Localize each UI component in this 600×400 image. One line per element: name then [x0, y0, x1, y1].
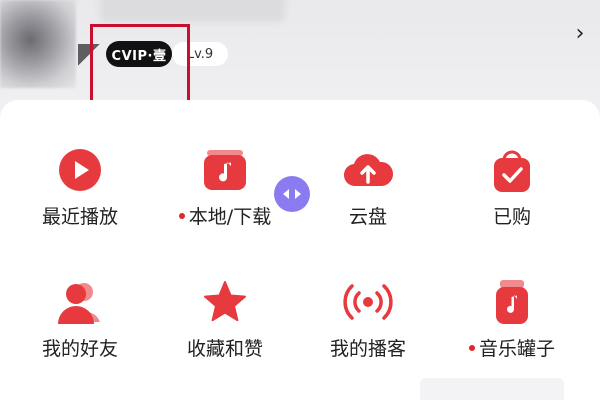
podcast-icon: [340, 276, 396, 328]
level-badge-label: Lv.9: [186, 46, 214, 62]
cloud-upload-icon: [340, 144, 396, 196]
tile-label: 收藏和赞: [186, 338, 263, 360]
avatar[interactable]: [0, 0, 76, 88]
expand-arrows-icon[interactable]: [274, 176, 310, 212]
tile-favorites[interactable]: 收藏和赞: [150, 242, 300, 362]
tile-label: 云盘: [348, 206, 387, 228]
bottom-card-edge: [420, 378, 564, 400]
tile-label: 我的好友: [41, 338, 118, 360]
highlight-box: [90, 24, 190, 108]
new-dot: [178, 212, 185, 219]
tile-cloud-drive[interactable]: 云盘: [293, 110, 443, 230]
music-folder-icon: [197, 144, 253, 196]
tile-purchased[interactable]: 已购: [437, 110, 587, 230]
tile-my-friends[interactable]: 我的好友: [5, 242, 155, 362]
tile-recent-play[interactable]: 最近播放: [5, 110, 155, 230]
tile-music-jar[interactable]: 音乐罐子: [437, 242, 587, 362]
friends-icon: [52, 276, 108, 328]
tile-label: 已购: [492, 206, 531, 228]
tile-label: 最近播放: [41, 206, 118, 228]
star-icon: [197, 276, 253, 328]
tile-label: 音乐罐子: [468, 334, 555, 361]
play-icon: [52, 144, 108, 196]
tile-label: 本地/下载: [178, 202, 271, 229]
nickname-blurred: [100, 0, 285, 22]
new-dot: [468, 344, 475, 351]
tile-label: 我的播客: [329, 338, 406, 360]
music-jar-icon: [484, 276, 540, 328]
chevron-right-icon[interactable]: ›: [570, 20, 590, 46]
tile-local-download[interactable]: 本地/下载: [150, 110, 300, 230]
shopping-bag-icon: [484, 144, 540, 196]
tile-my-podcast[interactable]: 我的播客: [293, 242, 443, 362]
